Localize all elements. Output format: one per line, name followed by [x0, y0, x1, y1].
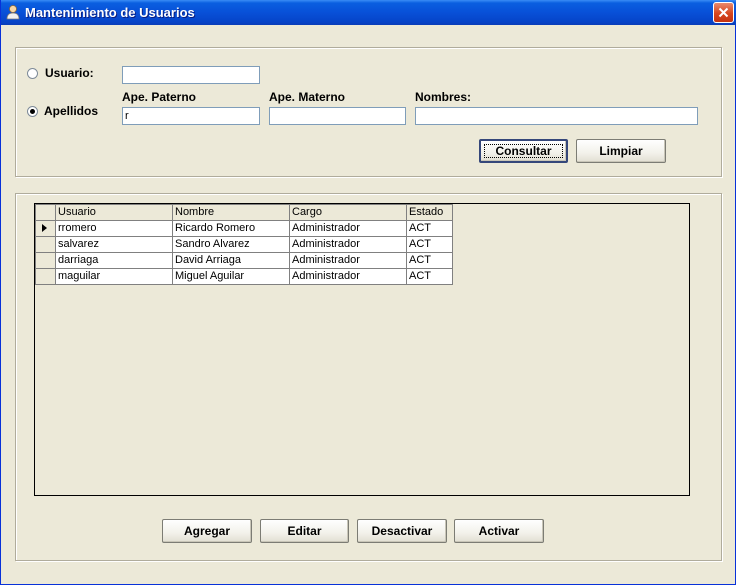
radio-usuario-label: Usuario: [45, 66, 94, 80]
col-header-usuario[interactable]: Usuario [55, 204, 173, 221]
consultar-button[interactable]: Consultar [479, 139, 568, 163]
cell-cargo[interactable]: Administrador [289, 220, 407, 237]
radio-apellidos[interactable] [27, 106, 38, 117]
user-icon [6, 5, 20, 20]
ape-materno-label: Ape. Materno [269, 90, 346, 104]
row-header[interactable] [35, 252, 56, 269]
col-header-nombre[interactable]: Nombre [172, 204, 290, 221]
usuario-input[interactable] [122, 66, 260, 84]
radio-usuario[interactable] [27, 68, 38, 79]
table-row[interactable]: salvarez Sandro Alvarez Administrador AC… [35, 236, 453, 253]
cell-cargo[interactable]: Administrador [289, 236, 407, 253]
cell-usuario[interactable]: salvarez [55, 236, 173, 253]
table-row[interactable]: rromero Ricardo Romero Administrador ACT [35, 220, 453, 237]
ape-paterno-input[interactable] [122, 107, 260, 125]
window: Mantenimiento de Usuarios Usuario: Apell… [0, 0, 736, 585]
window-title: Mantenimiento de Usuarios [25, 5, 195, 20]
editar-button[interactable]: Editar [260, 519, 349, 543]
corner-header [35, 204, 56, 221]
cell-nombre[interactable]: Sandro Alvarez [172, 236, 290, 253]
col-header-estado[interactable]: Estado [406, 204, 453, 221]
title-bar[interactable]: Mantenimiento de Usuarios [1, 0, 736, 25]
cell-cargo[interactable]: Administrador [289, 252, 407, 269]
users-grid[interactable]: Usuario Nombre Cargo Estado rromero Rica… [34, 203, 690, 496]
cell-estado[interactable]: ACT [406, 236, 453, 253]
desactivar-button[interactable]: Desactivar [357, 519, 447, 543]
table-row[interactable]: maguilar Miguel Aguilar Administrador AC… [35, 268, 453, 285]
cell-cargo[interactable]: Administrador [289, 268, 407, 285]
activar-button[interactable]: Activar [454, 519, 544, 543]
cell-estado[interactable]: ACT [406, 268, 453, 285]
close-button[interactable] [713, 2, 734, 23]
radio-apellidos-label: Apellidos [44, 104, 99, 118]
nombres-label: Nombres: [415, 90, 472, 104]
users-table: Usuario Nombre Cargo Estado rromero Rica… [35, 204, 453, 285]
close-icon [718, 7, 729, 18]
cell-estado[interactable]: ACT [406, 220, 453, 237]
header-row: Usuario Nombre Cargo Estado [35, 204, 453, 221]
agregar-button[interactable]: Agregar [162, 519, 252, 543]
current-row-arrow-icon [42, 224, 47, 232]
table-row[interactable]: darriaga David Arriaga Administrador ACT [35, 252, 453, 269]
cell-nombre[interactable]: David Arriaga [172, 252, 290, 269]
row-header[interactable] [35, 236, 56, 253]
limpiar-button[interactable]: Limpiar [576, 139, 666, 163]
col-header-cargo[interactable]: Cargo [289, 204, 407, 221]
cell-usuario[interactable]: rromero [55, 220, 173, 237]
ape-paterno-label: Ape. Paterno [122, 90, 197, 104]
cell-usuario[interactable]: darriaga [55, 252, 173, 269]
cell-nombre[interactable]: Ricardo Romero [172, 220, 290, 237]
ape-materno-input[interactable] [269, 107, 406, 125]
row-header[interactable] [35, 268, 56, 285]
cell-estado[interactable]: ACT [406, 252, 453, 269]
nombres-input[interactable] [415, 107, 698, 125]
row-header[interactable] [35, 220, 56, 237]
cell-nombre[interactable]: Miguel Aguilar [172, 268, 290, 285]
cell-usuario[interactable]: maguilar [55, 268, 173, 285]
